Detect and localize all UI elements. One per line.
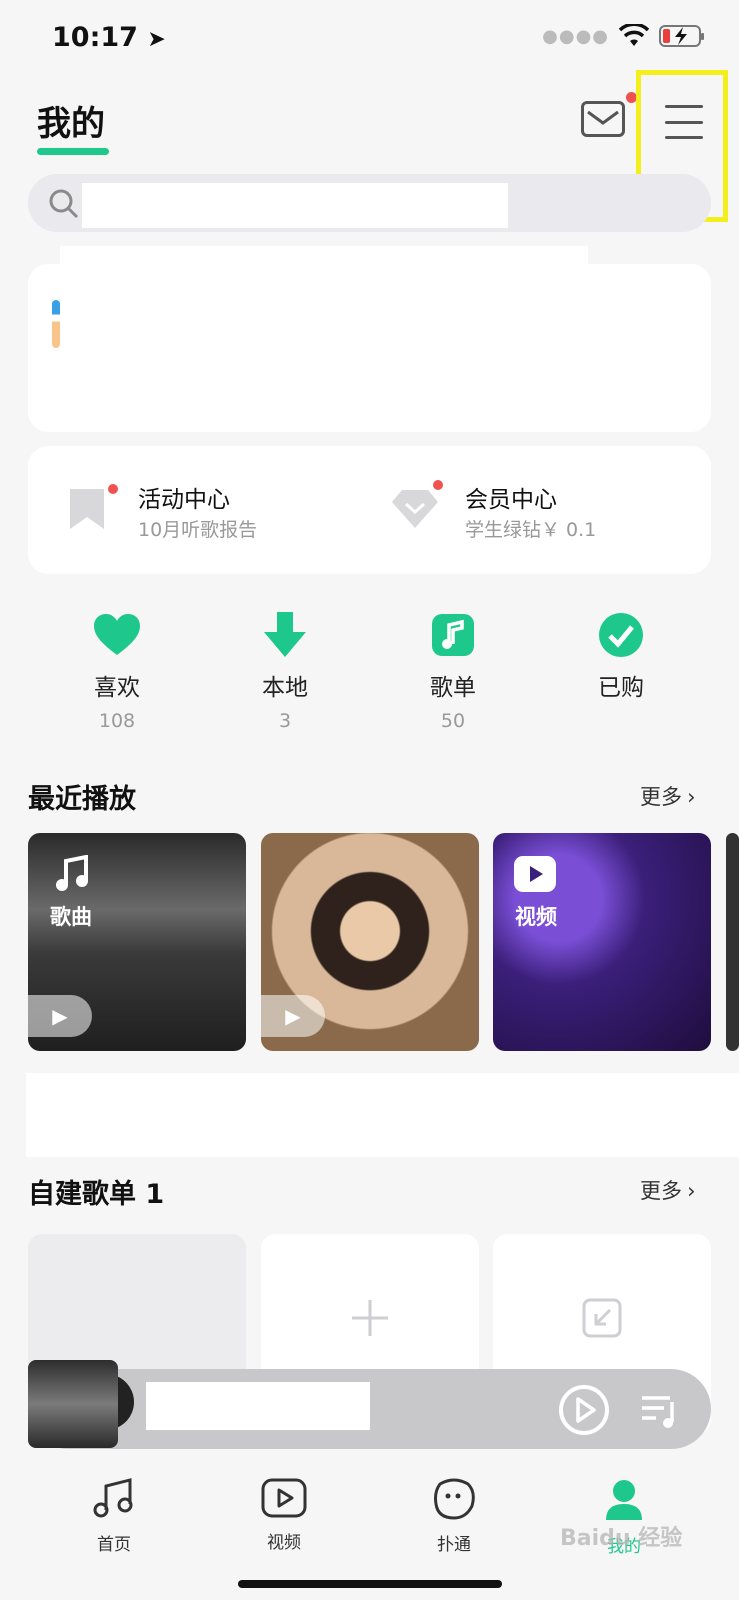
import-icon <box>582 1298 622 1338</box>
mini-queue-button[interactable] <box>640 1394 680 1434</box>
activity-center-button[interactable] <box>68 487 106 535</box>
music-note-icon <box>93 1478 133 1518</box>
video-icon <box>514 856 556 892</box>
mini-play-button[interactable] <box>558 1384 610 1440</box>
download-icon <box>235 610 335 660</box>
plus-icon <box>352 1300 388 1336</box>
activity-badge <box>108 484 118 494</box>
tile-label: 视频 <box>515 905 557 929</box>
quick-label: 喜欢 <box>94 675 140 701</box>
playlist-icon <box>403 610 503 660</box>
tab-label: 视频 <box>267 1533 301 1553</box>
diamond-icon <box>392 490 438 528</box>
search-icon <box>49 189 79 219</box>
recent-more-link[interactable]: 更多 › <box>640 781 696 811</box>
quick-label: 歌单 <box>430 675 476 701</box>
recent-artist-tile[interactable]: ▶ <box>261 833 479 1051</box>
play-icon: ▶ <box>285 1004 301 1028</box>
home-indicator <box>238 1580 502 1588</box>
activity-center-title: 活动中心 <box>138 487 230 513</box>
quick-count: 108 <box>98 710 136 732</box>
mini-player-artwork <box>28 1360 118 1448</box>
battery-icon <box>659 25 704 47</box>
tile-label: 歌曲 <box>50 905 92 929</box>
playlists-title: 自建歌单 1 <box>28 1179 165 1210</box>
vip-center-subtitle: 学生绿钻￥ 0.1 <box>465 519 597 541</box>
location-arrow-icon: ➤ <box>147 27 166 52</box>
video-play-icon <box>261 1478 307 1518</box>
search-input[interactable] <box>82 183 508 228</box>
play-circle-icon <box>559 1385 609 1435</box>
music-note-icon <box>56 855 88 891</box>
queue-icon <box>642 1396 674 1428</box>
signal-icon: ●●●● <box>542 25 609 47</box>
recent-songs-tile[interactable]: 歌曲 ▶ <box>28 833 246 1051</box>
tab-video[interactable]: 视频 <box>234 1478 334 1553</box>
tile-play-button[interactable]: ▶ <box>261 995 325 1037</box>
more-label: 更多 <box>640 1179 682 1203</box>
tab-label: 首页 <box>97 1535 131 1555</box>
status-time-text: 10:17 <box>52 22 138 53</box>
person-icon <box>606 1480 642 1520</box>
page-title: 我的 <box>37 104 105 144</box>
recent-title: 最近播放 <box>28 784 136 815</box>
mail-button[interactable] <box>581 101 625 137</box>
mail-icon <box>587 110 619 125</box>
quick-label: 本地 <box>262 675 308 701</box>
recent-next-tile[interactable] <box>726 833 739 1051</box>
bookmark-icon <box>70 489 104 529</box>
quick-count: 3 <box>278 710 292 732</box>
playlists-more-link[interactable]: 更多 › <box>640 1175 696 1205</box>
vip-center-button[interactable] <box>390 488 440 534</box>
tab-home[interactable]: 首页 <box>64 1478 164 1555</box>
quick-liked[interactable]: 喜欢 108 <box>67 610 167 732</box>
status-icons: ●●●● <box>542 24 705 48</box>
status-time: 10:17 ➤ <box>52 22 166 53</box>
quick-label: 已购 <box>598 675 644 701</box>
quick-purchased[interactable]: 已购 <box>571 610 671 710</box>
tile-play-button[interactable]: ▶ <box>28 995 92 1037</box>
play-icon: ▶ <box>52 1004 68 1028</box>
profile-card[interactable] <box>28 264 711 432</box>
watermark: Baidu 经验 <box>560 1526 683 1551</box>
redacted-block <box>26 1073 739 1157</box>
chevron-right-icon: › <box>687 1179 696 1203</box>
check-icon <box>571 610 671 660</box>
recent-videos-tile[interactable]: 视频 <box>493 833 711 1051</box>
wifi-icon <box>619 24 649 46</box>
bubble-face-icon <box>434 1478 475 1520</box>
quick-count: 50 <box>440 710 466 732</box>
quick-local[interactable]: 本地 3 <box>235 610 335 732</box>
tab-label: 扑通 <box>437 1535 471 1555</box>
avatar <box>52 300 60 348</box>
title-underline <box>37 148 109 155</box>
vip-center-title: 会员中心 <box>465 487 557 513</box>
tab-putong[interactable]: 扑通 <box>404 1478 504 1555</box>
more-label: 更多 <box>640 785 682 809</box>
quick-playlists[interactable]: 歌单 50 <box>403 610 503 732</box>
heart-icon <box>67 610 167 660</box>
chevron-right-icon: › <box>687 785 696 809</box>
services-card <box>28 446 711 574</box>
vip-badge <box>433 480 443 490</box>
mini-player-title <box>146 1382 370 1430</box>
activity-center-subtitle: 10月听歌报告 <box>138 519 258 541</box>
